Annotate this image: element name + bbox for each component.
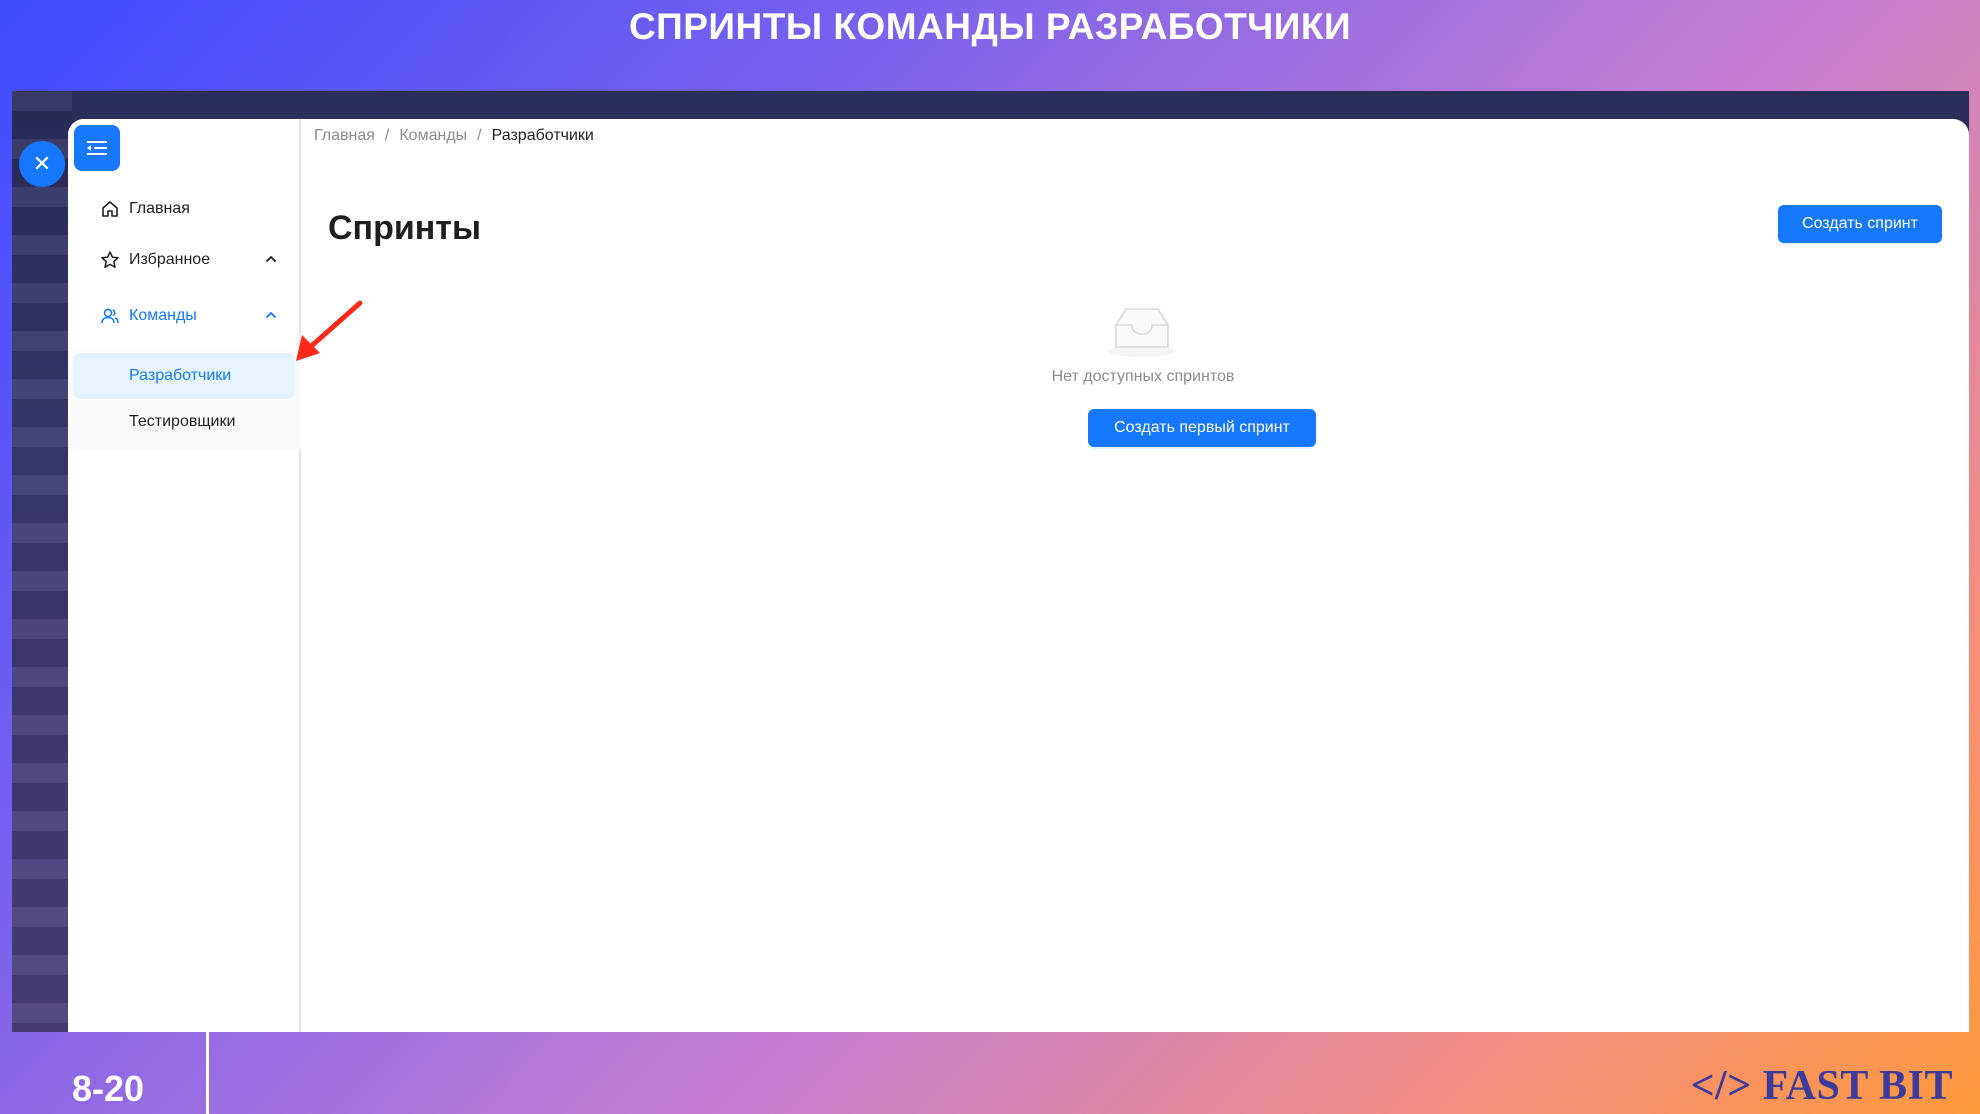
sidebar-item-label: Тестировщики bbox=[129, 413, 236, 430]
chevron-up-icon bbox=[266, 255, 276, 262]
star-icon bbox=[101, 251, 119, 268]
annotation-arrow-icon bbox=[296, 300, 363, 361]
sidebar-item-home[interactable]: Главная bbox=[68, 186, 301, 232]
empty-inbox-icon bbox=[1108, 308, 1176, 357]
sidebar-item-favorites[interactable]: Избранное bbox=[68, 237, 301, 283]
sidebar-item-label: Главная bbox=[129, 200, 190, 217]
chevron-up-icon bbox=[266, 311, 276, 318]
app-window: Главная Избранное Команды Разработчики Т… bbox=[68, 119, 1969, 1032]
page-title: Спринты bbox=[328, 209, 481, 247]
breadcrumb: Главная / Команды / Разработчики bbox=[314, 127, 594, 145]
menu-fold-icon bbox=[87, 141, 107, 155]
breadcrumb-item-home[interactable]: Главная bbox=[314, 127, 375, 145]
sidebar-item-developers[interactable]: Разработчики bbox=[73, 353, 295, 399]
sidebar-item-testers[interactable]: Тестировщики bbox=[73, 399, 295, 445]
empty-state-text: Нет доступных спринтов bbox=[1051, 368, 1235, 385]
submenu-teams: Разработчики Тестировщики bbox=[68, 348, 301, 449]
breadcrumb-current: Разработчики bbox=[491, 127, 594, 144]
sidebar-item-label: Разработчики bbox=[129, 367, 232, 384]
breadcrumb-item-teams[interactable]: Команды bbox=[399, 127, 467, 145]
home-icon bbox=[102, 201, 118, 217]
close-button[interactable]: ✕ bbox=[19, 141, 65, 187]
slide-title: СПРИНТЫ КОМАНДЫ РАЗРАБОТЧИКИ bbox=[628, 6, 1352, 47]
main-content: Главная / Команды / Разработчики Спринты… bbox=[303, 119, 1969, 1032]
footer-divider bbox=[206, 1032, 209, 1114]
slide-page-number: 8-20 bbox=[72, 1068, 145, 1109]
create-first-sprint-button[interactable]: Создать первый спринт bbox=[1088, 409, 1316, 447]
team-icon bbox=[101, 308, 119, 324]
menu-toggle-button[interactable] bbox=[74, 125, 120, 171]
breadcrumb-separator: / bbox=[477, 127, 482, 144]
brand-logo: </> FAST BIT bbox=[1690, 1063, 1953, 1109]
app-window-frame: ✕ Главная Избранное Команды Разработчики… bbox=[12, 91, 1969, 1032]
sidebar-item-label: Избранное bbox=[129, 251, 211, 268]
breadcrumb-separator: / bbox=[384, 127, 390, 144]
sidebar: Главная Избранное Команды Разработчики Т… bbox=[68, 119, 301, 1032]
sidebar-item-label: Команды bbox=[129, 307, 197, 324]
create-sprint-button[interactable]: Создать спринт bbox=[1778, 205, 1942, 243]
close-icon: ✕ bbox=[32, 151, 52, 176]
sidebar-item-teams[interactable]: Команды bbox=[68, 293, 301, 339]
